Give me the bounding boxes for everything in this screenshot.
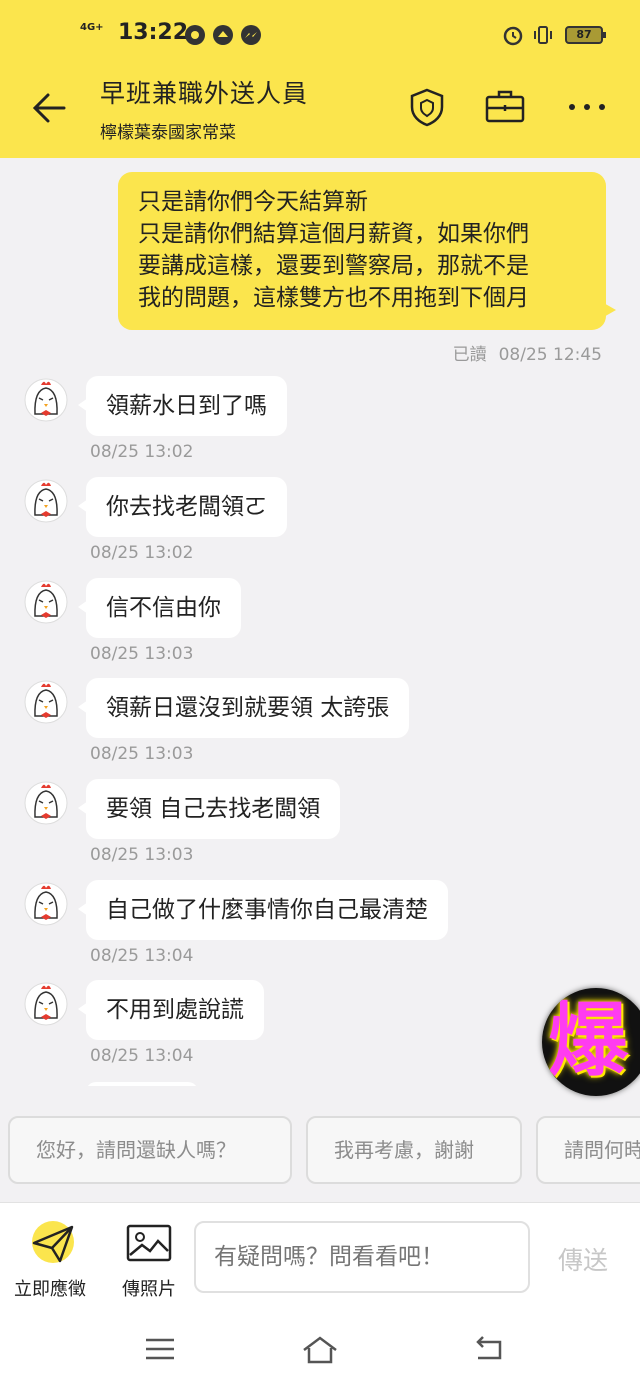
network-indicator: 4G+ — [80, 22, 104, 33]
incoming-message: 自己做了什麼事情你自己最清楚 08/25 13:04 — [0, 880, 640, 980]
outgoing-line: 要講成這樣，還要到警察局，那就不是 — [138, 253, 529, 279]
battery-indicator: 87 — [565, 26, 606, 44]
back-arrow-icon[interactable] — [30, 88, 70, 128]
message-bubble: 要領 自己去找老闆領 — [77, 779, 341, 839]
message-time: 08/25 13:02 — [90, 543, 194, 563]
message-bubble: 信不信由你 — [78, 578, 241, 638]
explosion-sticker: 爆 — [542, 988, 640, 1096]
message-time: 08/25 13:03 — [90, 644, 194, 664]
outgoing-line: 我的問題，這樣雙方也不用拖到下個月 — [138, 285, 529, 311]
messenger-icon — [241, 25, 261, 45]
page-subtitle: 檸檬葉泰國家常菜 — [100, 123, 236, 143]
chicken-avatar-icon — [24, 378, 68, 422]
shield-icon[interactable] — [406, 86, 448, 128]
incoming-message: 你去找老闆領ㄛ 08/25 13:02 — [0, 477, 640, 577]
briefcase-icon[interactable] — [484, 86, 526, 128]
sticker-text: 爆 — [548, 994, 628, 1087]
outgoing-line: 只是請你們今天結算新 — [138, 189, 368, 215]
message-bubble: 領薪日還沒到就要領 太誇張 — [77, 678, 410, 738]
message-time: 08/25 13:03 — [90, 845, 194, 865]
back-nav-icon[interactable] — [468, 1332, 508, 1366]
partial-message-bubble — [86, 1082, 198, 1086]
app-header: 4G+ 13:22 87 早班兼職外送人員 檸檬葉泰國家常菜 — [0, 0, 640, 158]
chicken-avatar-icon — [24, 580, 68, 624]
menu-icon[interactable] — [140, 1332, 180, 1366]
chicken-avatar-icon — [24, 479, 68, 523]
incoming-message: 領薪水日到了嗎 08/25 13:02 — [0, 376, 640, 476]
whatsapp-like-icon — [213, 25, 233, 45]
input-bar: 立即應徵 傳照片 傳送 — [0, 1202, 640, 1312]
incoming-message: 領薪日還沒到就要領 太誇張 08/25 13:03 — [0, 678, 640, 778]
message-bubble: 不用到處說謊 — [78, 980, 264, 1040]
chicken-avatar-icon — [24, 882, 68, 926]
chicken-avatar-icon — [24, 781, 68, 825]
outgoing-time: 08/25 12:45 — [498, 345, 602, 365]
read-receipt: 已讀 — [452, 345, 487, 365]
status-time: 13:22 — [118, 20, 189, 45]
vibrate-icon — [534, 26, 552, 44]
outgoing-meta: 已讀 08/25 12:45 — [453, 340, 602, 365]
message-input[interactable] — [194, 1221, 530, 1293]
message-time: 08/25 13:04 — [90, 1046, 194, 1066]
image-icon[interactable] — [126, 1223, 172, 1263]
message-time: 08/25 13:03 — [90, 744, 194, 764]
chicken-avatar-icon — [24, 680, 68, 724]
alarm-icon — [503, 26, 523, 46]
message-bubble: 你去找老闆領ㄛ — [78, 477, 287, 537]
outgoing-message-bubble: 只是請你們今天結算新 只是請你們結算這個月薪資，如果你們 要講成這樣，還要到警察… — [118, 172, 616, 330]
message-bubble: 領薪水日到了嗎 — [78, 376, 287, 436]
status-bar: 4G+ 13:22 87 — [0, 0, 640, 70]
outgoing-line: 只是請你們結算這個月薪資，如果你們 — [138, 221, 529, 247]
page-title: 早班兼職外送人員 — [100, 79, 309, 108]
incoming-message: 信不信由你 08/25 13:03 — [0, 578, 640, 678]
system-navigation-bar — [0, 1312, 640, 1386]
chat-screen: 4G+ 13:22 87 早班兼職外送人員 檸檬葉泰國家常菜 只是請你們今天結算… — [0, 0, 640, 1386]
message-time: 08/25 13:04 — [90, 946, 194, 966]
home-icon[interactable] — [300, 1332, 340, 1366]
chrome-icon — [185, 25, 205, 45]
quick-reply-button[interactable]: 您好，請問還缺人嗎？ — [8, 1116, 292, 1184]
message-time: 08/25 13:02 — [90, 442, 194, 462]
quick-replies: 您好，請問還缺人嗎？ 我再考慮，謝謝 請問何時 — [0, 1116, 640, 1186]
apply-button-label[interactable]: 立即應徵 — [14, 1275, 86, 1301]
chicken-avatar-icon — [24, 982, 68, 1026]
more-icon[interactable] — [566, 86, 608, 128]
paper-plane-icon[interactable] — [30, 1221, 76, 1267]
message-bubble: 自己做了什麼事情你自己最清楚 — [78, 880, 448, 940]
incoming-message: 要領 自己去找老闆領 08/25 13:03 — [0, 779, 640, 879]
photo-button-label[interactable]: 傳照片 — [122, 1275, 176, 1301]
quick-reply-button[interactable]: 請問何時 — [536, 1116, 640, 1184]
chat-area[interactable]: 只是請你們今天結算新 只是請你們結算這個月薪資，如果你們 要講成這樣，還要到警察… — [0, 158, 640, 1086]
quick-reply-button[interactable]: 我再考慮，謝謝 — [306, 1116, 522, 1184]
send-button[interactable]: 傳送 — [558, 1241, 608, 1277]
